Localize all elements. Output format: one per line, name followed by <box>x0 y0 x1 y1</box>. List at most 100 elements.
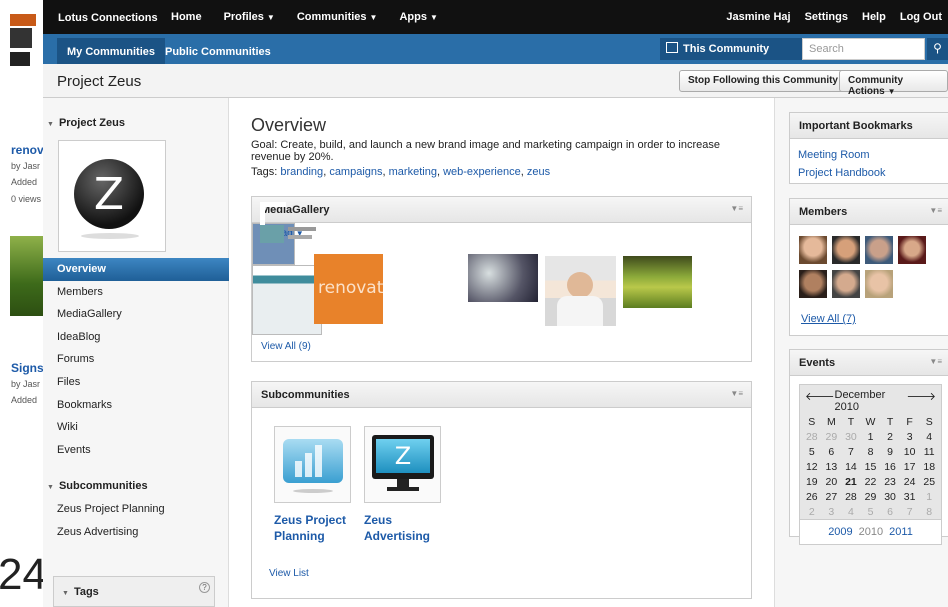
calendar-day[interactable]: 1 <box>919 491 939 503</box>
calendar-day[interactable]: 6 <box>822 446 842 458</box>
view-all-members-link[interactable]: View All (7) <box>801 313 856 325</box>
calendar-day[interactable]: 3 <box>822 506 842 518</box>
calendar-day[interactable]: 3 <box>900 431 920 443</box>
calendar-day[interactable]: 8 <box>919 506 939 518</box>
avatar[interactable] <box>799 270 827 298</box>
year-link[interactable]: 2011 <box>889 526 913 538</box>
tag-link[interactable]: marketing <box>389 166 437 178</box>
stop-following-button[interactable]: Stop Following this Community <box>679 70 847 92</box>
avatar[interactable] <box>832 236 860 264</box>
calendar-day[interactable]: 4 <box>841 506 861 518</box>
view-all-media-link[interactable]: View All (9) <box>261 341 311 352</box>
calendar-day[interactable]: 2 <box>880 431 900 443</box>
sidebar-item-files[interactable]: Files <box>43 371 229 394</box>
avatar[interactable] <box>865 270 893 298</box>
background-item-title[interactable]: Signs <box>11 361 43 375</box>
view-list-link[interactable]: View List <box>269 568 309 579</box>
calendar-day[interactable]: 25 <box>919 476 939 488</box>
calendar-day[interactable]: 23 <box>880 476 900 488</box>
calendar-day[interactable]: 4 <box>919 431 939 443</box>
subcommunity-logo[interactable]: Z <box>364 426 441 503</box>
calendar-day[interactable]: 17 <box>900 461 920 473</box>
calendar-day[interactable]: 22 <box>861 476 881 488</box>
search-button[interactable]: ⚲ <box>927 38 948 60</box>
user-name-link[interactable]: Jasmine Haj <box>726 11 790 23</box>
calendar-day[interactable]: 30 <box>880 491 900 503</box>
sidebar-item-bookmarks[interactable]: Bookmarks <box>43 394 229 417</box>
avatar[interactable] <box>799 236 827 264</box>
calendar-day[interactable]: 5 <box>802 446 822 458</box>
sidebar-item-overview[interactable]: Overview <box>43 258 229 281</box>
nav-communities[interactable]: Communities ▼ <box>297 11 378 23</box>
tab-my-communities[interactable]: My Communities <box>57 38 166 64</box>
search-input[interactable]: Search <box>802 38 925 60</box>
calendar-day[interactable]: 20 <box>822 476 842 488</box>
calendar-day[interactable]: 6 <box>880 506 900 518</box>
subcommunity-name-link[interactable]: Zeus Advertising <box>364 512 430 544</box>
year-link[interactable]: 2009 <box>828 526 852 538</box>
widget-menu-icon[interactable]: ▼≡ <box>730 204 743 213</box>
prev-month-arrow-icon[interactable]: 🡐 <box>805 389 835 413</box>
tag-link[interactable]: web-experience <box>443 166 521 178</box>
settings-link[interactable]: Settings <box>805 11 848 23</box>
subcommunity-link[interactable]: Zeus Advertising <box>57 526 138 538</box>
media-thumbnail[interactable] <box>252 225 322 335</box>
subcommunity-name-link[interactable]: Zeus Project Planning <box>274 512 346 544</box>
sidebar-item-mediagallery[interactable]: MediaGallery <box>43 303 229 326</box>
avatar[interactable] <box>832 270 860 298</box>
sidebar-item-events[interactable]: Events <box>43 439 229 462</box>
calendar-day[interactable]: 31 <box>900 491 920 503</box>
media-thumbnail[interactable]: renovati <box>314 254 383 324</box>
app-brand[interactable]: Lotus Connections <box>58 12 158 24</box>
sidebar-item-members[interactable]: Members <box>43 281 229 304</box>
calendar-day[interactable]: 28 <box>802 431 822 443</box>
calendar-day[interactable]: 12 <box>802 461 822 473</box>
calendar-day[interactable]: 8 <box>861 446 881 458</box>
calendar-day[interactable]: 10 <box>900 446 920 458</box>
section-project-zeus[interactable]: ▼ Project Zeus <box>47 117 125 129</box>
widget-menu-icon[interactable]: ▼≡ <box>929 206 942 215</box>
help-icon[interactable]: ? <box>199 582 210 593</box>
nav-apps[interactable]: Apps ▼ <box>399 11 437 23</box>
subcommunity-logo[interactable] <box>274 426 351 503</box>
tag-link[interactable]: zeus <box>527 166 550 178</box>
nav-profiles[interactable]: Profiles ▼ <box>224 11 275 23</box>
sidebar-item-wiki[interactable]: Wiki <box>43 416 229 439</box>
tag-link[interactable]: branding <box>280 166 323 178</box>
calendar-day[interactable]: 29 <box>861 491 881 503</box>
calendar-day[interactable]: 24 <box>900 476 920 488</box>
avatar[interactable] <box>898 236 926 264</box>
bookmark-link[interactable]: Project Handbook <box>790 164 948 182</box>
calendar-day[interactable]: 27 <box>822 491 842 503</box>
calendar-day[interactable]: 29 <box>822 431 842 443</box>
tab-public-communities[interactable]: Public Communities <box>155 38 281 64</box>
calendar-day[interactable]: 18 <box>919 461 939 473</box>
calendar-day[interactable]: 2 <box>802 506 822 518</box>
avatar[interactable] <box>865 236 893 264</box>
calendar-day[interactable]: 7 <box>841 446 861 458</box>
calendar-day[interactable]: 15 <box>861 461 881 473</box>
section-subcommunities[interactable]: ▼ Subcommunities <box>47 480 148 492</box>
sidebar-item-ideablog[interactable]: IdeaBlog <box>43 326 229 349</box>
media-thumbnail[interactable] <box>545 256 616 326</box>
calendar-day[interactable]: 26 <box>802 491 822 503</box>
calendar-day[interactable]: 5 <box>861 506 881 518</box>
calendar-day[interactable]: 14 <box>841 461 861 473</box>
calendar-day[interactable]: 28 <box>841 491 861 503</box>
tag-link[interactable]: campaigns <box>329 166 382 178</box>
widget-menu-icon[interactable]: ▼≡ <box>929 357 942 366</box>
background-item-title[interactable]: renov <box>11 143 43 157</box>
media-thumbnail[interactable] <box>468 254 538 302</box>
bookmark-link[interactable]: Meeting Room <box>790 146 948 164</box>
calendar-day[interactable]: 21 <box>841 476 861 488</box>
logout-link[interactable]: Log Out <box>900 11 942 23</box>
next-month-arrow-icon[interactable]: 🡒 <box>907 389 937 413</box>
calendar-day[interactable]: 7 <box>900 506 920 518</box>
calendar-day[interactable]: 1 <box>861 431 881 443</box>
community-actions-button[interactable]: Community Actions ▼ <box>839 70 948 97</box>
media-thumbnail[interactable] <box>623 256 692 308</box>
calendar-day[interactable]: 9 <box>880 446 900 458</box>
calendar-day[interactable]: 30 <box>841 431 861 443</box>
calendar-day[interactable]: 16 <box>880 461 900 473</box>
help-link[interactable]: Help <box>862 11 886 23</box>
